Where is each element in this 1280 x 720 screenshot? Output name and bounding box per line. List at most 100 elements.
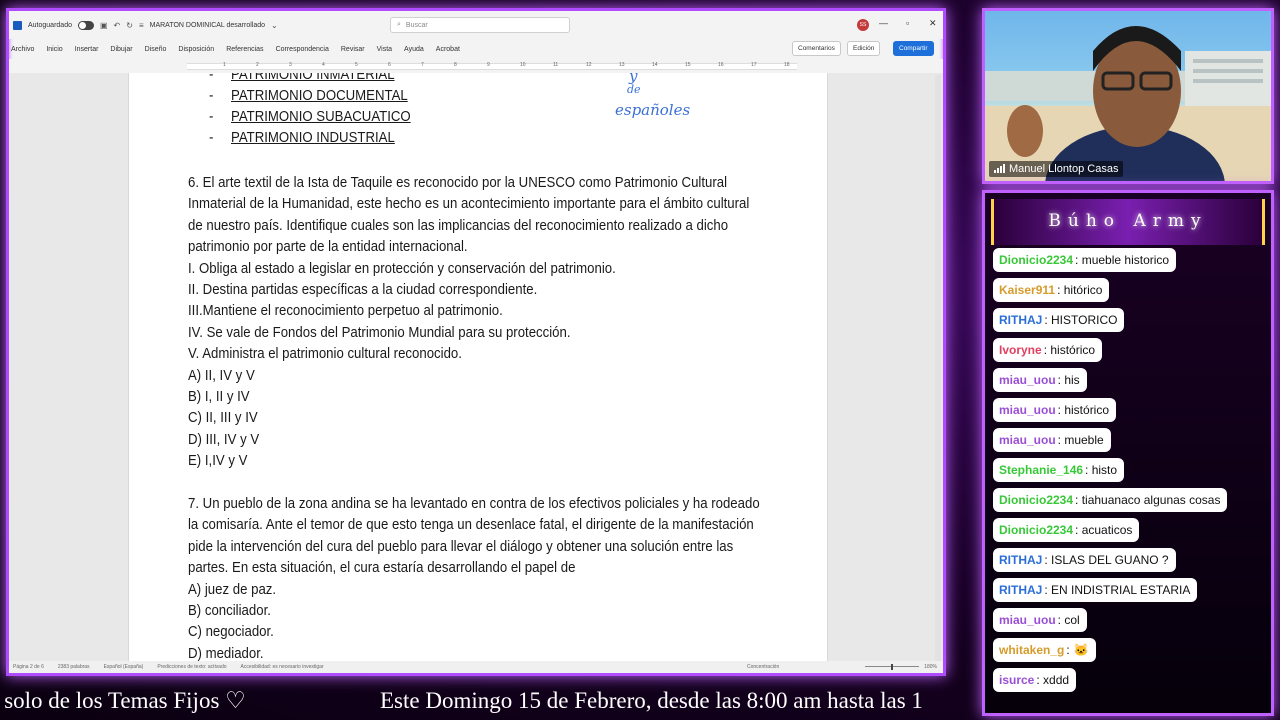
chat-text: : col xyxy=(1057,613,1080,627)
focus-mode[interactable]: Concentración xyxy=(747,664,779,670)
ribbon-tab[interactable]: Dibujar xyxy=(110,46,132,53)
ribbon-tab[interactable]: Revisar xyxy=(341,46,365,53)
ribbon-tab[interactable]: Inicio xyxy=(46,46,62,53)
ribbon-tabs: Archivo Inicio Insertar Dibujar Diseño Dispos… xyxy=(9,39,943,59)
ticker-text: Este Domingo 15 de Febrero, desde las 8:… xyxy=(380,688,923,713)
document-area[interactable]: - PATRIMONIO INMATERIAL - PATRIMONIO DOCUME… xyxy=(9,73,943,665)
ribbon-tab[interactable]: Referencias xyxy=(226,46,263,53)
editing-button[interactable]: Edición xyxy=(847,41,881,56)
ruler-number: 12 xyxy=(586,62,592,68)
question-line: 6. El arte textil de la Ista de Taquile … xyxy=(188,174,728,191)
bullet-dash: - xyxy=(209,73,214,83)
chat-message: Dionicio2234: tiahuanaco algunas cosas xyxy=(993,488,1228,512)
answer-option: A) juez de paz. xyxy=(188,580,277,598)
chat-title: Búho Army xyxy=(991,199,1265,245)
ruler-number: 9 xyxy=(487,62,490,68)
signal-bars-icon xyxy=(994,164,1005,173)
ruler-number: 4 xyxy=(322,62,325,68)
language[interactable]: Español (España) xyxy=(104,664,144,670)
comments-button[interactable]: Comentarios xyxy=(792,41,841,56)
document-title[interactable]: MARATON DOMINICAL desarrollado xyxy=(150,22,265,29)
chat-username[interactable]: Kaiser911 xyxy=(999,283,1055,297)
chat-text: : histórico xyxy=(1057,403,1110,417)
word-logo-icon xyxy=(13,20,22,30)
chat-username[interactable]: Dionicio2234 xyxy=(999,253,1073,267)
word-count[interactable]: 2383 palabras xyxy=(58,664,90,670)
answer-option: B) conciliador. xyxy=(188,602,271,619)
ribbon-tab[interactable]: Acrobat xyxy=(436,46,460,53)
minimize-icon[interactable]: — xyxy=(879,18,888,28)
ruler-number: 14 xyxy=(652,62,658,68)
ink-annotation: españoles xyxy=(615,101,691,119)
ruler-number: 2 xyxy=(256,62,259,68)
answer-option: C) II, III y IV xyxy=(188,409,258,427)
chat-username[interactable]: Dionicio2234 xyxy=(999,523,1073,537)
accessibility-status[interactable]: Accesibilidad: es necesario investigar xyxy=(241,664,324,670)
bullet-item: PATRIMONIO DOCUMENTAL xyxy=(231,87,408,104)
text-predictions[interactable]: Predicciones de texto: activado xyxy=(157,664,226,670)
undo-icon[interactable]: ↶ xyxy=(114,21,121,30)
page-count[interactable]: Página 2 de 6 xyxy=(13,664,44,670)
vertical-scrollbar[interactable] xyxy=(935,75,941,661)
chat-username[interactable]: miau_uou xyxy=(999,613,1056,627)
chat-text: : mueble xyxy=(1057,433,1104,447)
ribbon-tab[interactable]: Insertar xyxy=(75,46,99,53)
close-icon[interactable]: ✕ xyxy=(929,18,937,29)
chat-message: Kaiser911: hitórico xyxy=(993,278,1110,302)
ribbon-tab[interactable]: Disposición xyxy=(178,46,214,53)
ruler-number: 17 xyxy=(751,62,757,68)
autosave-toggle[interactable] xyxy=(77,20,94,30)
chat-username[interactable]: Dionicio2234 xyxy=(999,493,1073,507)
ribbon-tab[interactable]: Diseño xyxy=(145,46,167,53)
chat-text: : hitórico xyxy=(1057,283,1103,297)
maximize-icon[interactable]: ▫ xyxy=(906,18,909,28)
ruler-number: 3 xyxy=(289,62,292,68)
news-ticker: os solo de los Temas Fijos ♡ Este Doming… xyxy=(0,684,1280,720)
chat-username[interactable]: whitaken_g xyxy=(999,643,1064,657)
question-line: patrimonio por parte de la entidad inter… xyxy=(188,238,468,256)
ribbon-tab[interactable]: Ayuda xyxy=(404,46,424,53)
share-btn[interactable]: Compartir xyxy=(893,41,934,56)
document-page[interactable]: - PATRIMONIO INMATERIAL - PATRIMONIO DOCUME… xyxy=(128,73,828,665)
bullet-item: PATRIMONIO INMATERIAL xyxy=(231,73,395,83)
ribbon-tab[interactable]: Vista xyxy=(377,46,392,53)
chat-username[interactable]: RITHAJ xyxy=(999,313,1042,327)
chevron-down-icon[interactable]: ⌄ xyxy=(271,21,278,30)
chat-username[interactable]: Stephanie_146 xyxy=(999,463,1083,477)
redo-icon[interactable]: ↻ xyxy=(126,21,133,30)
answer-option: A) II, IV y V xyxy=(188,366,255,384)
ruler-number: 15 xyxy=(685,62,691,68)
bullet-item: PATRIMONIO SUBACUATICO xyxy=(231,108,411,125)
search-input[interactable]: ⌕ Buscar xyxy=(390,17,570,33)
zoom-slider-knob[interactable] xyxy=(891,664,893,670)
question-line: II. Destina partidas específicas a la ci… xyxy=(188,281,538,298)
chat-text: : histórico xyxy=(1043,343,1096,357)
avatar[interactable]: SS xyxy=(857,19,869,31)
chat-username[interactable]: miau_uou xyxy=(999,373,1056,387)
chat-username[interactable]: RITHAJ xyxy=(999,553,1042,567)
chat-username[interactable]: miau_uou xyxy=(999,433,1056,447)
chat-username[interactable]: Ivoryne xyxy=(999,343,1042,357)
chat-username[interactable]: miau_uou xyxy=(999,403,1056,417)
bullet-dash: - xyxy=(209,87,214,104)
answer-option: C) negociador. xyxy=(188,623,274,641)
bullet-item: PATRIMONIO INDUSTRIAL xyxy=(231,129,395,146)
ruler-number: 6 xyxy=(388,62,391,68)
ribbon-tab[interactable]: Archivo xyxy=(11,46,34,53)
chat-message: miau_uou: mueble xyxy=(993,428,1111,452)
question-line: IV. Se vale de Fondos del Patrimonio Mun… xyxy=(188,323,571,341)
chat-username[interactable]: RITHAJ xyxy=(999,583,1042,597)
customize-icon[interactable]: ≡ xyxy=(139,21,144,30)
zoom-level[interactable]: 180% xyxy=(924,664,937,670)
chat-message: RITHAJ: EN INDISTRIAL ESTARIA xyxy=(993,578,1198,602)
ribbon-tab[interactable]: Correspondencia xyxy=(276,46,329,53)
chat-text: : acuaticos xyxy=(1075,523,1133,537)
ruler-number: 16 xyxy=(718,62,724,68)
question-line: la comisaría. Ante el temor de que esto … xyxy=(188,516,754,534)
question-line: de nuestro país. Identifique cuales son … xyxy=(188,216,729,234)
save-icon[interactable]: ▣ xyxy=(100,21,108,30)
stream-overlay: Autoguardado ▣ ↶ ↻ ≡ MARATON DOMINICAL d… xyxy=(0,0,1280,720)
chat-message: RITHAJ: HISTORICO xyxy=(993,308,1125,332)
ruler-number: 18 xyxy=(784,62,790,68)
ruler-number: 1 xyxy=(223,62,226,68)
